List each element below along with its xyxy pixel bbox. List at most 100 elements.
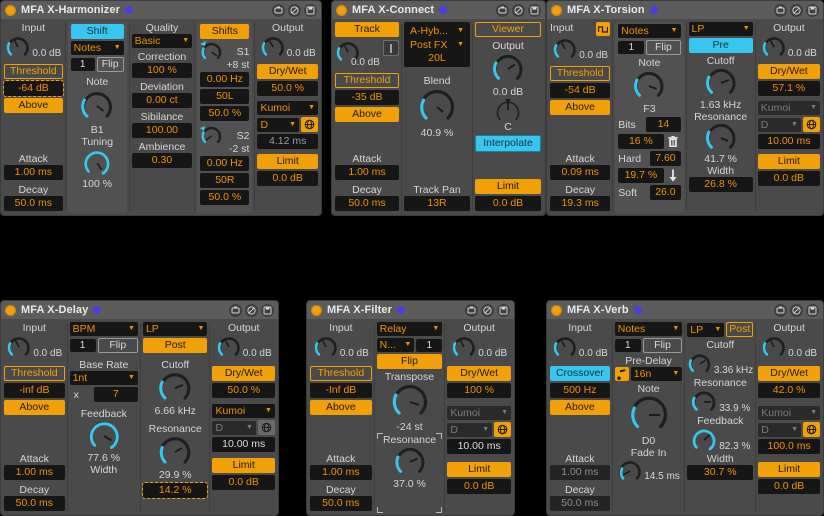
save-icon[interactable] [806, 3, 819, 17]
voice-number[interactable]: 1 [614, 339, 641, 352]
ambience-value[interactable]: 0.30 [131, 153, 193, 168]
input-knob[interactable]: 0.0 dB [4, 34, 63, 60]
hard-percent[interactable]: 19.7 % [618, 168, 664, 183]
root-dropdown[interactable]: D ▼ [757, 117, 801, 132]
crossover-mode-button[interactable]: Above [550, 400, 610, 415]
limit-value[interactable]: 0.0 dB [757, 171, 820, 186]
hide-icon[interactable] [229, 303, 242, 317]
root-dropdown[interactable]: D ▼ [758, 422, 801, 437]
device-x-verb[interactable]: MFA X-Verb Input 0.0 dB Crossover 500 Hz… [546, 300, 824, 516]
input-knob[interactable]: 0.0 dB [310, 334, 372, 360]
bypass-icon[interactable] [790, 3, 803, 17]
crossover-value[interactable]: 500 Hz [550, 383, 610, 398]
bits-percent[interactable]: 16 % [618, 134, 664, 149]
voice-number[interactable]: 1 [70, 58, 95, 71]
filter-type-dropdown[interactable]: LP ▼ [687, 322, 725, 337]
device-x-harmonizer[interactable]: MFA X-Harmonizer Input 0.0 dB Threshold … [0, 0, 322, 216]
threshold-value[interactable]: -35 dB [335, 90, 399, 105]
pre-button[interactable]: Pre [688, 38, 753, 53]
limit-button[interactable]: Limit [447, 462, 511, 477]
root-dropdown[interactable]: D ▼ [212, 420, 256, 435]
threshold-value[interactable]: -64 dB [3, 80, 64, 97]
drywet-button[interactable]: Dry/Wet [758, 366, 820, 381]
viewer-button[interactable]: Viewer [475, 22, 541, 37]
input-knob[interactable]: 0.0 dB [4, 334, 65, 360]
input-knob[interactable]: 0.0 dB [550, 36, 610, 62]
stereo-toggle-icon[interactable] [383, 40, 399, 56]
feedback-knob[interactable] [70, 420, 138, 452]
shift1-amount[interactable]: 50.0 % [200, 106, 250, 121]
correction-value[interactable]: 100 % [131, 63, 193, 78]
decay-value[interactable]: 50.0 ms [310, 496, 372, 511]
note-knob[interactable] [618, 69, 680, 103]
mode-dropdown[interactable]: Relay ▼ [376, 322, 443, 336]
threshold-button[interactable]: Threshold [550, 66, 611, 81]
scale-dropdown[interactable]: Kumoi ▼ [447, 406, 511, 420]
limit-value[interactable]: 0.0 dB [257, 171, 318, 186]
decay-value[interactable]: 50.0 ms [335, 196, 399, 211]
shift-mode-button[interactable]: Shift [70, 24, 124, 39]
quality-dropdown[interactable]: Basic ▼ [131, 34, 193, 48]
flip-button[interactable]: Flip [646, 40, 681, 55]
output-knob[interactable] [475, 52, 541, 86]
save-icon[interactable] [304, 3, 317, 17]
bypass-icon[interactable] [288, 3, 301, 17]
crossover-button[interactable]: Crossover [550, 366, 610, 381]
filter-type-dropdown[interactable]: LP ▼ [688, 22, 753, 36]
hide-icon[interactable] [774, 3, 787, 17]
scale-dropdown[interactable]: Kumoi ▼ [257, 101, 318, 115]
soft-value[interactable]: 26.0 [650, 185, 681, 200]
power-led-icon[interactable] [5, 304, 16, 316]
drywet-button[interactable]: Dry/Wet [757, 64, 820, 79]
glide-value[interactable]: 100.0 ms [758, 439, 820, 454]
glide-value[interactable]: 10.00 ms [447, 439, 511, 454]
interpolate-button[interactable]: Interpolate [475, 135, 541, 152]
hide-icon[interactable] [465, 303, 478, 317]
blend-knob[interactable] [404, 87, 470, 127]
threshold-button[interactable]: Threshold [335, 73, 399, 88]
globe-icon[interactable] [802, 117, 820, 132]
drywet-value[interactable]: 50.0 % [212, 383, 275, 398]
threshold-button[interactable]: Threshold [4, 366, 65, 381]
hard-value[interactable]: 7.60 [650, 151, 681, 166]
globe-icon[interactable] [494, 422, 511, 437]
limit-button[interactable]: Limit [475, 179, 541, 194]
bits-value[interactable]: 14 [646, 117, 681, 132]
hide-icon[interactable] [496, 3, 509, 17]
limit-button[interactable]: Limit [257, 154, 318, 169]
flip-button[interactable]: Flip [376, 354, 443, 369]
source-dropdown[interactable]: BPM ▼ [69, 322, 138, 336]
source-dropdown[interactable]: Notes ▼ [614, 322, 683, 336]
voice-number[interactable]: 1 [69, 339, 96, 352]
attack-value[interactable]: 1.00 ms [4, 165, 63, 180]
device-titlebar[interactable]: MFA X-Verb [547, 301, 823, 319]
root-dropdown[interactable]: D ▼ [447, 422, 492, 437]
device-titlebar[interactable]: MFA X-Filter [307, 301, 514, 319]
source-dropdown[interactable]: Notes ▼ [618, 24, 681, 38]
threshold-button[interactable]: Threshold [4, 64, 63, 79]
hide-icon[interactable] [774, 303, 787, 317]
power-led-icon[interactable] [311, 304, 322, 316]
output-knob[interactable]: 0.0 dB [257, 34, 318, 60]
resonance-knob[interactable]: 33.9 % [687, 389, 753, 415]
limit-value[interactable]: 0.0 dB [212, 475, 275, 490]
limit-value[interactable]: 0.0 dB [475, 196, 541, 211]
tuning-knob[interactable] [71, 148, 124, 178]
output-knob[interactable]: 0.0 dB [758, 34, 820, 60]
fade-in-knob[interactable]: 14.5 ms [615, 459, 683, 483]
width-value[interactable]: 30.7 % [687, 465, 754, 480]
threshold-value[interactable]: -54 dB [550, 83, 611, 98]
width-value[interactable]: 14.2 % [141, 482, 209, 499]
shift1-pan[interactable]: 50L [200, 89, 250, 104]
resonance-knob[interactable] [689, 123, 753, 153]
trash-icon[interactable] [666, 135, 681, 148]
post-button[interactable]: Post [726, 322, 754, 337]
limit-button[interactable]: Limit [758, 462, 820, 477]
drywet-value[interactable]: 100 % [447, 383, 511, 398]
bypass-icon[interactable] [481, 303, 494, 317]
arrow-down-icon[interactable] [666, 169, 681, 182]
threshold-value[interactable]: -inf dB [4, 383, 65, 398]
attack-value[interactable]: 1.00 ms [310, 465, 372, 480]
voice-number[interactable]: 1 [416, 338, 443, 352]
output-knob[interactable]: 0.0 dB [447, 334, 511, 360]
